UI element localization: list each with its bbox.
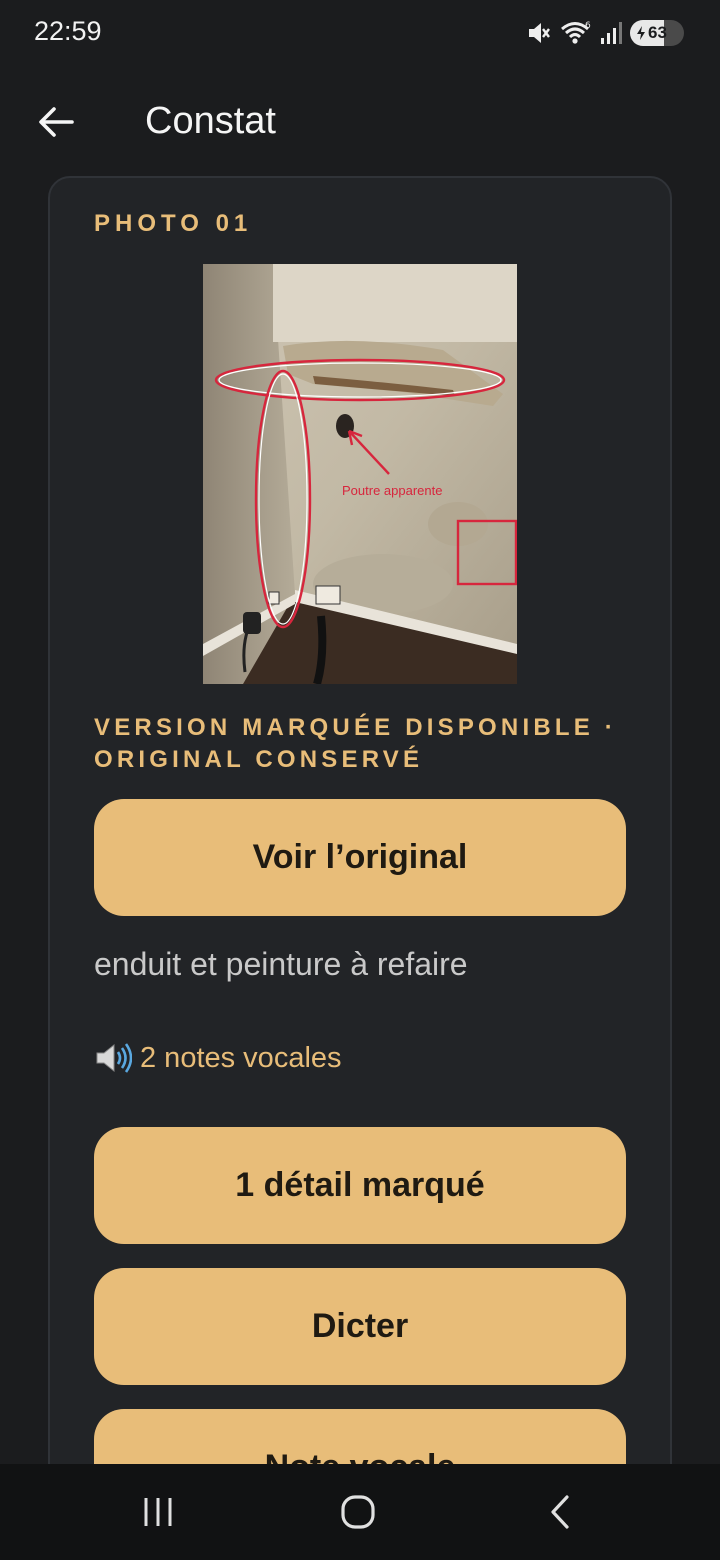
- voice-notes-count[interactable]: 2 notes vocales: [94, 1040, 342, 1076]
- back-icon: [551, 1495, 569, 1529]
- recent-apps-button[interactable]: [128, 1488, 188, 1536]
- status-icons: 6 63: [526, 18, 684, 48]
- system-nav-bar: [0, 1464, 720, 1560]
- speaker-icon: [96, 1043, 132, 1073]
- app-bar: Constat: [0, 66, 720, 178]
- nav-back-button[interactable]: [530, 1488, 590, 1536]
- view-original-button[interactable]: Voir l’original: [94, 799, 626, 916]
- battery-charging-icon: 63: [630, 20, 684, 46]
- mute-icon: [529, 23, 550, 43]
- status-time: 22:59: [34, 16, 102, 46]
- signal-icon: [601, 22, 622, 44]
- annotated-photo[interactable]: Poutre apparente: [203, 264, 517, 684]
- back-button[interactable]: [30, 96, 82, 148]
- svg-text:6: 6: [585, 21, 591, 31]
- arrow-left-icon: [39, 107, 74, 137]
- wifi-icon: 6: [561, 21, 591, 44]
- photo-note: enduit et peinture à refaire: [94, 946, 468, 982]
- photo-image: Poutre apparente: [203, 264, 517, 684]
- annotation-label: Poutre apparente: [342, 483, 442, 498]
- version-status: VERSION MARQUÉE DISPONIBLE · ORIGINAL CO…: [94, 714, 617, 773]
- home-button[interactable]: [328, 1488, 388, 1536]
- recent-apps-icon: [144, 1498, 172, 1526]
- voice-notes-label: 2 notes vocales: [140, 1041, 342, 1074]
- home-icon: [341, 1495, 375, 1529]
- battery-level: 63: [648, 23, 667, 42]
- photo-label: PHOTO 01: [94, 210, 253, 237]
- dictate-button[interactable]: Dicter: [94, 1268, 626, 1385]
- marked-detail-button[interactable]: 1 détail marqué: [94, 1127, 626, 1244]
- status-bar: 22:59 6 63: [0, 0, 720, 66]
- page-title: Constat: [145, 100, 276, 142]
